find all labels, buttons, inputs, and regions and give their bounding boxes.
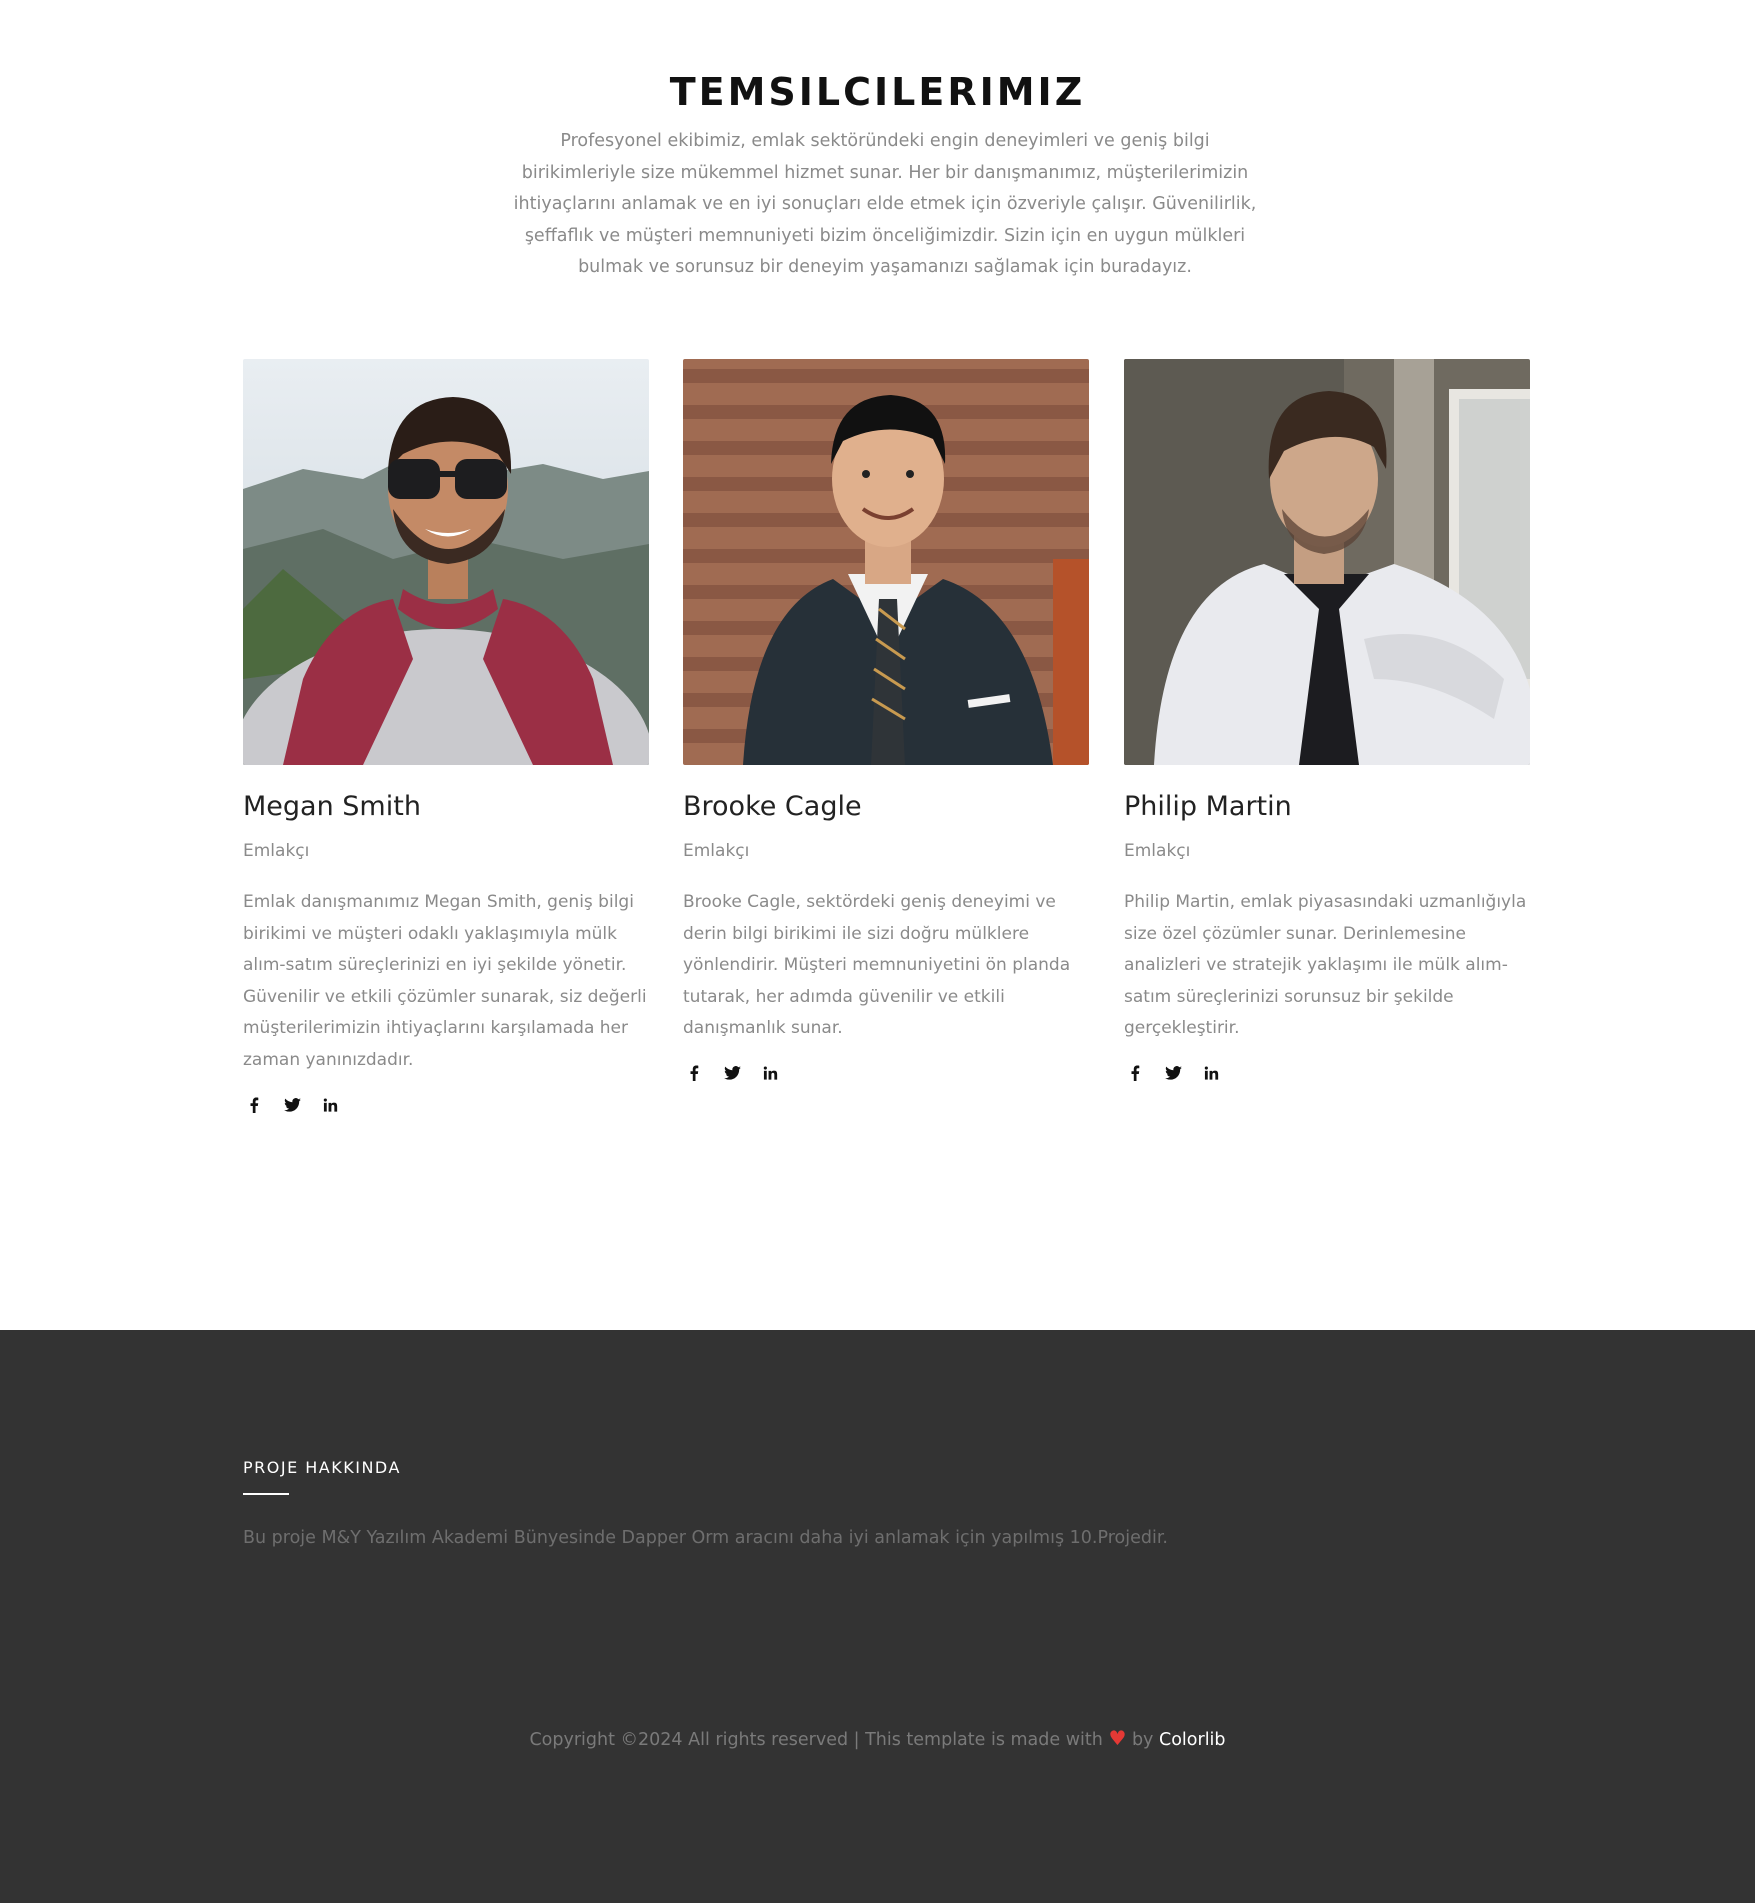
agent-social-links	[1124, 1062, 1222, 1084]
agent-photo	[243, 359, 649, 765]
agent-bio: Philip Martin, emlak piyasasındaki uzman…	[1124, 892, 1527, 1038]
agent-name: Philip Martin	[1124, 791, 1292, 822]
footer-heading-underline	[243, 1493, 289, 1495]
footer-about-text: Bu proje M&Y Yazılım Akademi Bünyesinde …	[243, 1528, 1168, 1548]
section-intro: Profesyonel ekibimiz, emlak sektöründeki…	[513, 131, 1257, 277]
agent-role: Emlakçı	[243, 841, 310, 861]
site-footer	[0, 1330, 1755, 1903]
agent-social-links	[683, 1062, 781, 1084]
agent-role: Emlakçı	[683, 841, 750, 861]
agent-role: Emlakçı	[1124, 841, 1191, 861]
agent-card-brooke-cagle: Brooke Cagle Emlakçı Brooke Cagle, sektö…	[683, 359, 1103, 1081]
agent-card-philip-martin: Philip Martin Emlakçı Philip Martin, eml…	[1124, 359, 1544, 1081]
linkedin-icon[interactable]	[1200, 1062, 1222, 1084]
section-title: TEMSILCILERIMIZ	[669, 70, 1086, 114]
footer-heading: PROJE HAKKINDA	[243, 1458, 401, 1477]
agent-bio: Brooke Cagle, sektördeki geniş deneyimi …	[683, 892, 1071, 1038]
facebook-icon[interactable]	[1124, 1062, 1146, 1084]
agents-section: TEMSILCILERIMIZ Profesyonel ekibimiz, em…	[0, 0, 1755, 1330]
heart-icon: ♥	[1108, 1726, 1127, 1750]
twitter-icon[interactable]	[281, 1094, 303, 1116]
linkedin-icon[interactable]	[319, 1094, 341, 1116]
copyright-line: Copyright ©2024 All rights reserved | Th…	[0, 1726, 1755, 1750]
facebook-icon[interactable]	[243, 1094, 265, 1116]
copyright-text: Copyright ©2024 All rights reserved | Th…	[529, 1730, 1103, 1750]
agent-name: Megan Smith	[243, 791, 421, 822]
agent-card-megan-smith: Megan Smith Emlakçı Emlak danışmanımız M…	[243, 359, 663, 1113]
agent-photo	[1124, 359, 1530, 765]
agent-name: Brooke Cagle	[683, 791, 862, 822]
twitter-icon[interactable]	[721, 1062, 743, 1084]
agent-photo	[683, 359, 1089, 765]
colorlib-link[interactable]: Colorlib	[1159, 1730, 1226, 1750]
linkedin-icon[interactable]	[759, 1062, 781, 1084]
agent-social-links	[243, 1094, 341, 1116]
copyright-by: by	[1131, 1730, 1154, 1750]
facebook-icon[interactable]	[683, 1062, 705, 1084]
twitter-icon[interactable]	[1162, 1062, 1184, 1084]
agent-bio: Emlak danışmanımız Megan Smith, geniş bi…	[243, 892, 647, 1070]
